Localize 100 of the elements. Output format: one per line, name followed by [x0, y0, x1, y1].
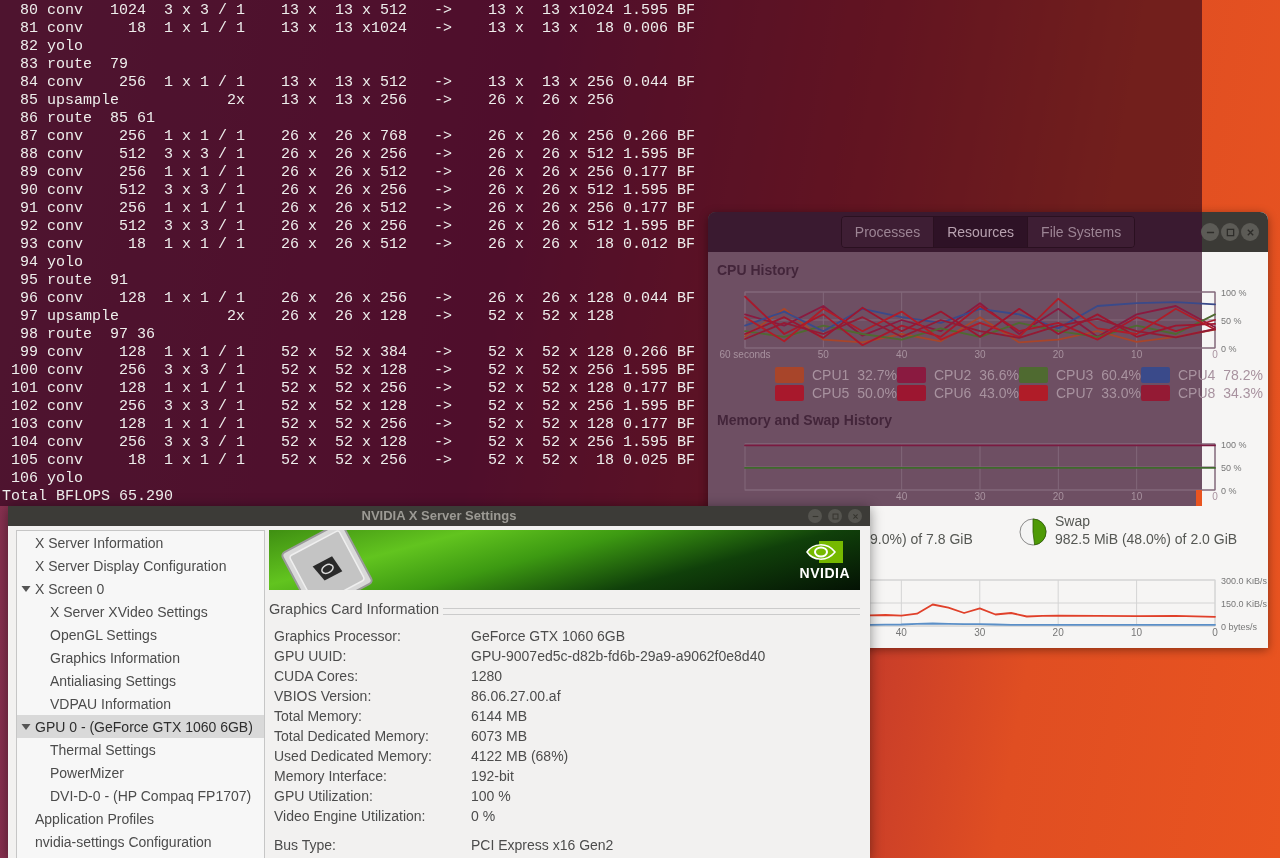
info-label: Total Memory:: [274, 708, 362, 724]
axis-tick-label: 50 %: [1221, 462, 1242, 473]
info-label: Video Engine Utilization:: [274, 808, 426, 824]
logo-text: NVIDIA: [799, 564, 850, 581]
terminal-line: 99 conv 128 1 x 1 / 1 52 x 52 x 384 -> 52 x 52 x 128 0.266 BF: [19, 344, 696, 362]
info-value: GeForce GTX 1060 6GB: [471, 628, 626, 644]
terminal-line: 94 yolo: [19, 254, 83, 272]
swap-label: Swap: [1055, 512, 1092, 530]
memory-usage-text: 9.0%) of 7.8 GiB: [870, 530, 973, 548]
tree-item-label: OpenGL Settings: [50, 626, 157, 643]
info-label: GPU UUID:: [274, 648, 347, 664]
info-label: Used Dedicated Memory:: [274, 748, 432, 764]
terminal-line: 97 upsample 2x 26 x 26 x 128 -> 52 x 52 x 128: [19, 308, 615, 326]
terminal-line: 92 conv 512 3 x 3 / 1 26 x 26 x 256 -> 26 x 26 x 512 1.595 BF: [19, 218, 696, 236]
terminal-line: 82 yolo: [19, 38, 83, 56]
info-value: 1280: [471, 668, 503, 684]
axis-tick-label: 0 %: [1221, 343, 1237, 354]
axis-tick-label: 20: [1052, 491, 1064, 502]
tree-item-label: Graphics Information: [50, 649, 180, 666]
tree-item-label: GPU 0 - (GeForce GTX 1060 6GB): [35, 718, 253, 735]
terminal-line: 102 conv 256 3 x 3 / 1 52 x 52 x 128 -> 52 x 52 x 256 1.595 BF: [10, 398, 696, 416]
axis-tick-label: 50: [817, 349, 829, 360]
terminal-line: 105 conv 18 1 x 1 / 1 52 x 52 x 256 -> 52 x 52 x 18 0.025 BF: [10, 452, 696, 470]
legend-value: 43.0%: [979, 385, 1019, 401]
info-label: Memory Interface:: [274, 768, 387, 784]
info-label: Total Dedicated Memory:: [274, 728, 429, 744]
terminal-line: 91 conv 256 1 x 1 / 1 26 x 26 x 512 -> 26 x 26 x 256 0.177 BF: [19, 200, 696, 218]
terminal-line: 103 conv 128 1 x 1 / 1 52 x 52 x 256 -> 52 x 52 x 128 0.177 BF: [10, 416, 696, 434]
axis-tick-label: 20: [1052, 627, 1064, 638]
legend-value: 36.6%: [979, 367, 1019, 383]
axis-tick-label: 0: [1212, 627, 1218, 638]
legend-label: CPU7: [1055, 385, 1094, 401]
tree-item-label: nvidia-settings Configuration: [35, 833, 212, 850]
info-value: 86.06.27.00.af: [471, 688, 561, 704]
swap-usage-text: 982.5 MiB (48.0%) of 2.0 GiB: [1055, 530, 1238, 548]
axis-tick-label: 100 %: [1221, 290, 1247, 298]
legend-label: CPU6: [933, 385, 972, 401]
info-value: 100 %: [471, 788, 511, 804]
terminal-line: 106 yolo: [10, 470, 83, 488]
info-value: 4122 MB (68%): [471, 748, 569, 764]
info-value: 192-bit: [471, 768, 514, 784]
tree-item-label: Antialiasing Settings: [50, 672, 177, 689]
legend-value: 33.0%: [1101, 385, 1141, 401]
tree-item-label: PowerMizer: [50, 764, 124, 781]
terminal-line: 84 conv 256 1 x 1 / 1 13 x 13 x 512 -> 13 x 13 x 256 0.044 BF: [19, 74, 696, 92]
terminal-line: 96 conv 128 1 x 1 / 1 26 x 26 x 256 -> 26 x 26 x 128 0.044 BF: [19, 290, 696, 308]
tree-item-label: X Screen 0: [35, 580, 105, 597]
axis-tick-label: 10: [1131, 491, 1143, 502]
axis-tick-label: 50 %: [1221, 315, 1242, 326]
legend-label: CPU1: [811, 367, 850, 383]
axis-tick-label: 30: [974, 627, 986, 638]
terminal-line: 90 conv 512 3 x 3 / 1 26 x 26 x 256 -> 26 x 26 x 512 1.595 BF: [19, 182, 696, 200]
info-label: Bus Type:: [274, 837, 336, 853]
axis-tick-label: 40: [896, 491, 908, 502]
info-value: 6144 MB: [471, 708, 528, 724]
axis-tick-label: 0 %: [1221, 485, 1237, 496]
axis-tick-label: 0: [1212, 491, 1218, 502]
tree-item-label: X Server XVideo Settings: [50, 603, 208, 620]
terminal-line: Total BFLOPS 65.290: [2, 488, 174, 506]
info-value: 6073 MB: [471, 728, 528, 744]
info-label: CUDA Cores:: [274, 668, 359, 684]
legend-value: 34.3%: [1223, 385, 1263, 401]
legend-value: 78.2%: [1223, 367, 1263, 383]
axis-tick-label: 40: [895, 627, 907, 638]
terminal-line: 87 conv 256 1 x 1 / 1 26 x 26 x 768 -> 26 x 26 x 256 0.266 BF: [19, 128, 696, 146]
info-label: GPU Utilization:: [274, 788, 373, 804]
terminal-line: 88 conv 512 3 x 3 / 1 26 x 26 x 256 -> 26 x 26 x 512 1.595 BF: [19, 146, 696, 164]
axis-tick-label: 30: [974, 349, 986, 360]
legend-value: 50.0%: [857, 385, 897, 401]
tree-item-label: VDPAU Information: [50, 695, 172, 712]
axis-tick-label: 10: [1131, 349, 1143, 360]
info-label: Graphics Processor:: [274, 628, 401, 644]
terminal-line: 98 route 97 36: [19, 326, 156, 344]
info-value: GPU-9007ed5c-d82b-fd6b-29a9-a9062f0e8d40: [471, 648, 766, 664]
axis-tick-label: 40: [896, 349, 908, 360]
window-title: NVIDIA X Server Settings: [361, 508, 517, 524]
terminal-line: 85 upsample 2x 13 x 13 x 256 -> 26 x 26 x 256: [19, 92, 615, 110]
info-value: 0 %: [471, 808, 496, 824]
axis-tick-label: 30: [974, 491, 986, 502]
info-value: PCI Express x16 Gen2: [471, 837, 614, 853]
terminal-line: 100 conv 256 3 x 3 / 1 52 x 52 x 128 -> 52 x 52 x 256 1.595 BF: [10, 362, 696, 380]
terminal-line: 101 conv 128 1 x 1 / 1 52 x 52 x 256 -> 52 x 52 x 128 0.177 BF: [10, 380, 696, 398]
terminal-line: 95 route 91: [19, 272, 129, 290]
terminal-line: 80 conv 1024 3 x 3 / 1 13 x 13 x 512 -> 13 x 13 x1024 1.595 BF: [19, 2, 696, 20]
legend-label: CPU3: [1055, 367, 1094, 383]
tree-item-label: X Server Information: [35, 534, 164, 551]
info-label: VBIOS Version:: [274, 688, 372, 704]
terminal-line: 89 conv 256 1 x 1 / 1 26 x 26 x 512 -> 26 x 26 x 256 0.177 BF: [19, 164, 696, 182]
terminal-line: 104 conv 256 3 x 3 / 1 52 x 52 x 128 -> 52 x 52 x 256 1.595 BF: [10, 434, 696, 452]
legend-label: CPU2: [933, 367, 972, 383]
tree-item-label: Thermal Settings: [50, 741, 156, 758]
terminal-line: 93 conv 18 1 x 1 / 1 26 x 26 x 512 -> 26 x 26 x 18 0.012 BF: [19, 236, 696, 254]
terminal-line: 81 conv 18 1 x 1 / 1 13 x 13 x1024 -> 13 x 13 x 18 0.006 BF: [19, 20, 696, 38]
axis-tick-label: 0: [1212, 349, 1218, 360]
legend-label: CPU5: [811, 385, 850, 401]
section-title: Graphics Card Information: [269, 601, 440, 617]
axis-tick-label: 10: [1131, 627, 1143, 638]
axis-tick-label: 20: [1052, 349, 1064, 360]
axis-tick-label: 60 seconds: [719, 349, 771, 360]
terminal-line: 86 route 85 61: [19, 110, 156, 128]
